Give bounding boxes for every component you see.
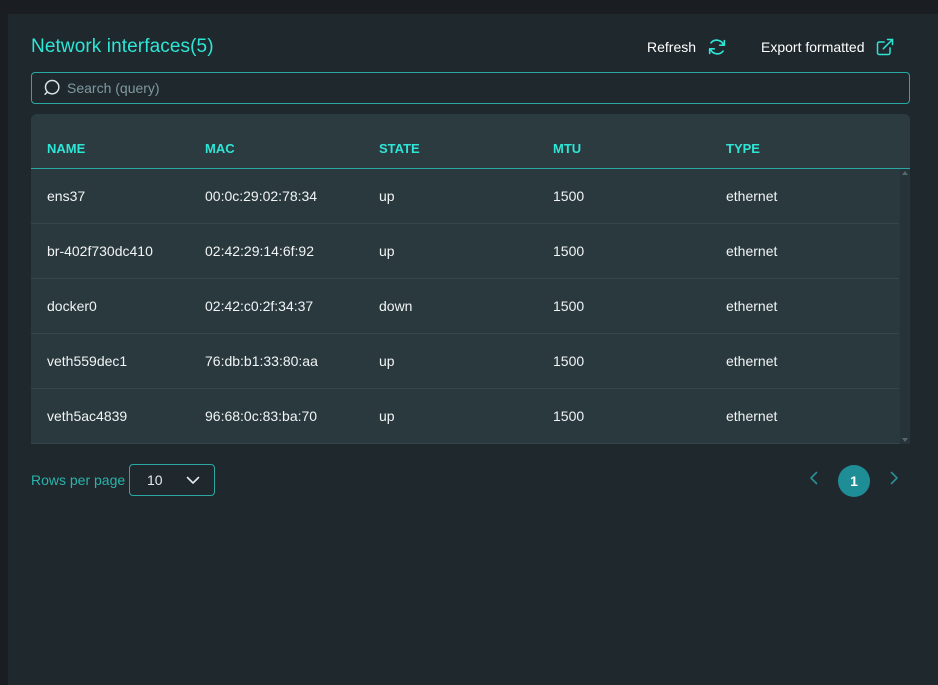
cell-mac: 96:68:0c:83:ba:70 — [205, 408, 318, 424]
refresh-icon — [706, 36, 728, 58]
cell-mac: 76:db:b1:33:80:aa — [205, 353, 318, 369]
rows-per-page-select[interactable]: 10 — [129, 464, 215, 496]
export-formatted-button[interactable]: Export formatted — [761, 34, 895, 60]
rows-per-page-value: 10 — [147, 472, 163, 488]
column-header-type[interactable]: TYPE — [726, 141, 886, 168]
cell-type: ethernet — [726, 188, 778, 204]
table-row[interactable]: veth559dec1 76:db:b1:33:80:aa up 1500 et… — [31, 334, 899, 389]
scroll-down-arrow-icon[interactable] — [902, 438, 908, 442]
interfaces-table: NAME MAC STATE MTU TYPE ens37 00:0c:29:0… — [31, 114, 910, 444]
next-page-button[interactable] — [886, 471, 902, 490]
cell-mtu: 1500 — [553, 353, 585, 369]
cell-type: ethernet — [726, 408, 778, 424]
column-header-mac[interactable]: MAC — [205, 141, 379, 168]
cell-mac: 00:0c:29:02:78:34 — [205, 188, 318, 204]
previous-page-button[interactable] — [806, 471, 822, 490]
cell-mtu: 1500 — [553, 408, 585, 424]
cell-mtu: 1500 — [553, 188, 585, 204]
page-title: Network interfaces(5) — [31, 36, 214, 57]
cell-name: ens37 — [47, 188, 86, 204]
table-row[interactable]: ens37 00:0c:29:02:78:34 up 1500 ethernet — [31, 169, 899, 224]
refresh-button[interactable]: Refresh — [647, 34, 728, 60]
export-label: Export formatted — [761, 39, 865, 55]
cell-mac: 02:42:29:14:6f:92 — [205, 243, 314, 259]
refresh-label: Refresh — [647, 39, 697, 55]
search-icon — [43, 78, 63, 98]
cell-name: veth559dec1 — [47, 353, 128, 369]
external-link-icon — [875, 37, 895, 57]
cell-state: up — [379, 243, 395, 259]
cell-type: ethernet — [726, 353, 778, 369]
window-top-strip — [0, 0, 938, 14]
cell-mtu: 1500 — [553, 243, 585, 259]
cell-state: down — [379, 298, 413, 314]
page-1-button[interactable]: 1 — [838, 465, 870, 497]
table-scrollbar[interactable] — [900, 169, 910, 444]
search-box[interactable] — [31, 72, 910, 104]
cell-name: docker0 — [47, 298, 97, 314]
cell-state: up — [379, 408, 395, 424]
column-header-name[interactable]: NAME — [31, 141, 205, 168]
cell-mac: 02:42:c0:2f:34:37 — [205, 298, 314, 314]
cell-state: up — [379, 353, 395, 369]
rows-per-page-label: Rows per page — [31, 472, 126, 488]
table-row[interactable]: br-402f730dc410 02:42:29:14:6f:92 up 150… — [31, 224, 899, 279]
cell-name: br-402f730dc410 — [47, 243, 153, 259]
cell-state: up — [379, 188, 395, 204]
cell-name: veth5ac4839 — [47, 408, 128, 424]
cell-type: ethernet — [726, 298, 778, 314]
cell-type: ethernet — [726, 243, 778, 259]
cell-mtu: 1500 — [553, 298, 585, 314]
scroll-up-arrow-icon[interactable] — [902, 171, 908, 175]
chevron-right-icon — [889, 471, 899, 490]
chevron-down-icon — [186, 472, 200, 488]
chevron-left-icon — [809, 471, 819, 490]
table-row[interactable]: veth5ac4839 96:68:0c:83:ba:70 up 1500 et… — [31, 389, 899, 444]
column-header-state[interactable]: STATE — [379, 141, 553, 168]
table-row[interactable]: docker0 02:42:c0:2f:34:37 down 1500 ethe… — [31, 279, 899, 334]
column-header-mtu[interactable]: MTU — [553, 141, 726, 168]
table-header: NAME MAC STATE MTU TYPE — [31, 114, 910, 169]
network-interfaces-panel: Network interfaces(5) Refresh Export for… — [8, 14, 938, 685]
search-input[interactable] — [67, 80, 887, 96]
